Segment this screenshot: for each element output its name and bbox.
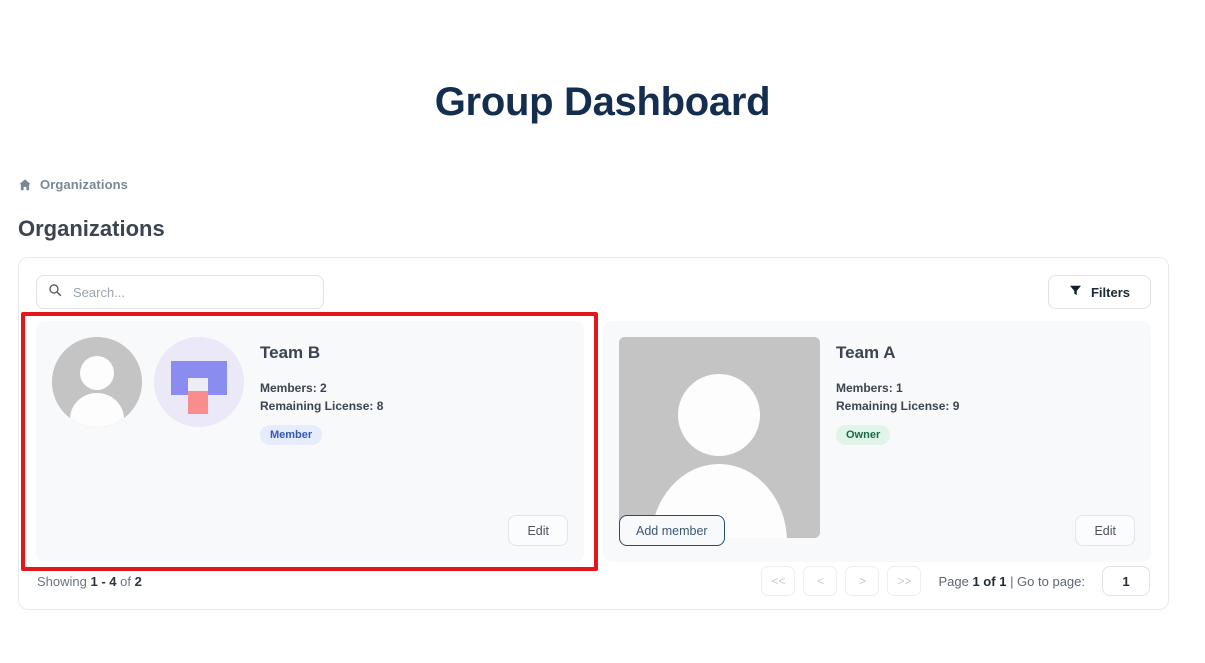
search-input[interactable] <box>71 283 312 301</box>
search-input-wrapper[interactable] <box>36 275 324 309</box>
first-page-button[interactable]: << <box>761 566 796 596</box>
showing-range: 1 - 4 <box>90 573 117 589</box>
search-icon <box>48 283 62 302</box>
organization-name: Team B <box>260 343 321 362</box>
organization-name: Team A <box>836 343 896 362</box>
add-member-button[interactable]: Add member <box>619 515 725 546</box>
showing-prefix: Showing <box>37 573 87 589</box>
card-actions: Edit <box>52 515 568 546</box>
remaining-license: Remaining License: 8 <box>260 398 384 413</box>
breadcrumb[interactable]: Organizations <box>18 177 1205 192</box>
members-count: Members: 1 <box>836 381 903 395</box>
person-placeholder-avatar <box>52 337 142 427</box>
filters-button[interactable]: Filters <box>1047 275 1151 309</box>
page-current: 1 of 1 <box>972 573 1007 589</box>
showing-total: 2 <box>134 573 142 589</box>
filters-button-label: Filters <box>1090 284 1130 300</box>
role-badge: Owner <box>836 424 891 445</box>
members-count: Members: 2 <box>260 381 327 395</box>
home-icon <box>18 178 32 192</box>
organization-card[interactable]: Team A Members: 1 Remaining License: 9 O… <box>603 321 1151 562</box>
organizations-card-grid: Team B Members: 2 Remaining License: 8 M… <box>19 309 1168 562</box>
organizations-panel: Filters <box>18 257 1169 610</box>
page-section-heading: Organizations <box>18 216 165 241</box>
person-placeholder-avatar-large <box>619 337 820 538</box>
page-indicator: Page 1 of 1 | Go to page: <box>938 574 1085 589</box>
goto-page-label: | Go to page: <box>1010 573 1085 589</box>
role-badge: Member <box>260 424 323 445</box>
organization-card[interactable]: Team B Members: 2 Remaining License: 8 M… <box>36 321 584 562</box>
group-dashboard-page: Group Dashboard Organizations Organizati… <box>0 0 1205 663</box>
card-actions: Add member Edit <box>619 515 1135 546</box>
prev-page-button[interactable]: < <box>803 566 838 596</box>
page-prefix: Page <box>938 573 969 589</box>
panel-toolbar: Filters <box>19 258 1168 309</box>
geometric-logo-avatar <box>154 337 244 427</box>
filter-funnel-icon <box>1069 284 1082 300</box>
breadcrumb-label[interactable]: Organizations <box>40 177 128 192</box>
next-page-button[interactable]: > <box>845 566 880 596</box>
edit-button[interactable]: Edit <box>508 515 568 546</box>
panel-footer: Showing 1 - 4 of 2 << < > >> Page 1 of 1… <box>19 553 1168 609</box>
pagination: << < > >> Page 1 of 1 | Go to page: <box>761 566 1150 596</box>
remaining-license: Remaining License: 9 <box>836 398 960 413</box>
goto-page-input[interactable] <box>1102 566 1150 596</box>
last-page-button[interactable]: >> <box>887 566 922 596</box>
showing-of: of <box>120 573 131 589</box>
showing-summary: Showing 1 - 4 of 2 <box>37 574 142 589</box>
edit-button[interactable]: Edit <box>1075 515 1135 546</box>
page-title: Group Dashboard <box>434 80 771 124</box>
